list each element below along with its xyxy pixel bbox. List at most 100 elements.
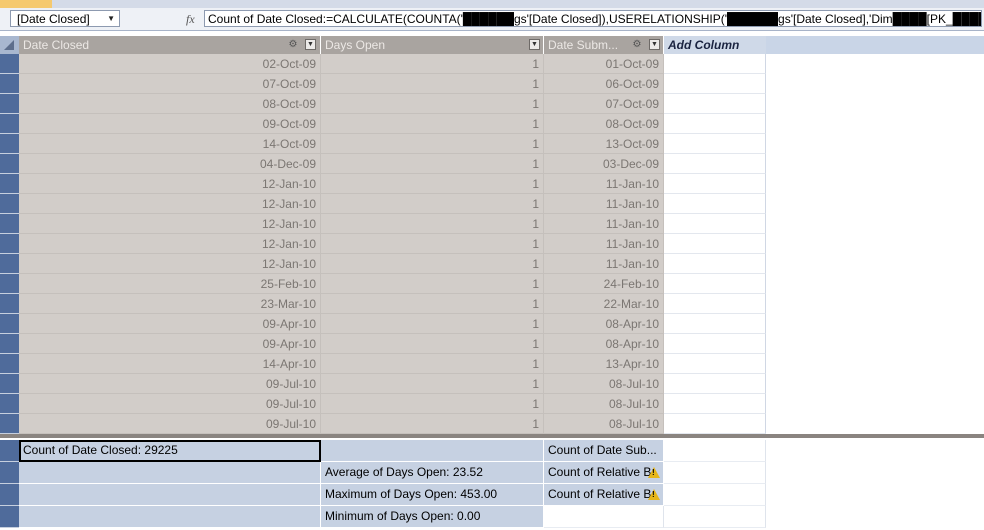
cell-days-open[interactable]: 1 xyxy=(321,354,544,374)
column-name-box[interactable]: [Date Closed] ▼ xyxy=(10,10,120,27)
cell-date-closed[interactable]: 23-Mar-10 xyxy=(19,294,321,314)
table-row[interactable]: 09-Oct-09 1 08-Oct-09 xyxy=(0,114,984,134)
table-row[interactable]: 12-Jan-10 1 11-Jan-10 xyxy=(0,234,984,254)
cell-days-open[interactable]: 1 xyxy=(321,234,544,254)
measure-cell-date-submitted[interactable]: Count of Date Sub... xyxy=(544,440,664,462)
cell-date-closed[interactable]: 12-Jan-10 xyxy=(19,254,321,274)
measure-cell-add-column[interactable] xyxy=(664,506,766,528)
row-selector[interactable] xyxy=(0,462,19,484)
table-row[interactable]: 14-Oct-09 1 13-Oct-09 xyxy=(0,134,984,154)
cell-add-column[interactable] xyxy=(664,234,766,254)
cell-date-submitted[interactable]: 08-Jul-10 xyxy=(544,394,664,414)
table-row[interactable]: 12-Jan-10 1 11-Jan-10 xyxy=(0,194,984,214)
cell-date-submitted[interactable]: 08-Apr-10 xyxy=(544,334,664,354)
table-row[interactable]: 02-Oct-09 1 01-Oct-09 xyxy=(0,54,984,74)
cell-add-column[interactable] xyxy=(664,174,766,194)
measure-cell-add-column[interactable] xyxy=(664,484,766,506)
cell-date-closed[interactable]: 09-Apr-10 xyxy=(19,314,321,334)
measure-cell-days-open[interactable]: Average of Days Open: 23.52 xyxy=(321,462,544,484)
measure-cell-add-column[interactable] xyxy=(664,440,766,462)
cell-date-closed[interactable]: 25-Feb-10 xyxy=(19,274,321,294)
cell-date-closed[interactable]: 02-Oct-09 xyxy=(19,54,321,74)
cell-add-column[interactable] xyxy=(664,74,766,94)
cell-date-submitted[interactable]: 13-Oct-09 xyxy=(544,134,664,154)
row-selector[interactable] xyxy=(0,440,19,462)
cell-date-submitted[interactable]: 11-Jan-10 xyxy=(544,194,664,214)
cell-add-column[interactable] xyxy=(664,54,766,74)
cell-add-column[interactable] xyxy=(664,114,766,134)
row-selector[interactable] xyxy=(0,334,19,354)
table-row[interactable]: 14-Apr-10 1 13-Apr-10 xyxy=(0,354,984,374)
measure-cell-days-open[interactable]: Maximum of Days Open: 453.00 xyxy=(321,484,544,506)
filter-dropdown-icon[interactable]: ▼ xyxy=(529,39,540,50)
cell-days-open[interactable]: 1 xyxy=(321,74,544,94)
cell-date-submitted[interactable]: 11-Jan-10 xyxy=(544,254,664,274)
cell-date-submitted[interactable]: 06-Oct-09 xyxy=(544,74,664,94)
cell-days-open[interactable]: 1 xyxy=(321,194,544,214)
fx-icon[interactable]: fx xyxy=(186,12,195,27)
measure-cell-date-closed[interactable] xyxy=(19,484,321,506)
column-header-date-closed[interactable]: Date Closed ⚙ ▼ xyxy=(19,36,321,54)
cell-date-closed[interactable]: 14-Oct-09 xyxy=(19,134,321,154)
select-all-corner[interactable] xyxy=(0,36,19,54)
row-selector[interactable] xyxy=(0,254,19,274)
cell-date-closed[interactable]: 08-Oct-09 xyxy=(19,94,321,114)
row-selector[interactable] xyxy=(0,74,19,94)
table-row[interactable]: 12-Jan-10 1 11-Jan-10 xyxy=(0,254,984,274)
cell-add-column[interactable] xyxy=(664,94,766,114)
measure-cell-date-submitted[interactable]: Count of Relative B! xyxy=(544,462,664,484)
row-selector[interactable] xyxy=(0,314,19,334)
cell-add-column[interactable] xyxy=(664,154,766,174)
row-selector[interactable] xyxy=(0,294,19,314)
cell-add-column[interactable] xyxy=(664,354,766,374)
table-row[interactable]: 12-Jan-10 1 11-Jan-10 xyxy=(0,174,984,194)
measure-cell-days-open[interactable] xyxy=(321,440,544,462)
cell-date-closed[interactable]: 09-Jul-10 xyxy=(19,374,321,394)
cell-add-column[interactable] xyxy=(664,294,766,314)
cell-date-closed[interactable]: 09-Jul-10 xyxy=(19,414,321,434)
cell-date-closed[interactable]: 12-Jan-10 xyxy=(19,214,321,234)
filter-dropdown-icon[interactable]: ▼ xyxy=(649,39,660,50)
warning-icon[interactable]: ! xyxy=(648,489,660,500)
table-row[interactable]: 09-Apr-10 1 08-Apr-10 xyxy=(0,334,984,354)
cell-add-column[interactable] xyxy=(664,414,766,434)
cell-add-column[interactable] xyxy=(664,334,766,354)
measure-cell-date-closed[interactable] xyxy=(19,462,321,484)
cell-date-submitted[interactable]: 01-Oct-09 xyxy=(544,54,664,74)
cell-add-column[interactable] xyxy=(664,254,766,274)
row-selector[interactable] xyxy=(0,506,19,528)
cell-date-closed[interactable]: 14-Apr-10 xyxy=(19,354,321,374)
cell-date-closed[interactable]: 12-Jan-10 xyxy=(19,234,321,254)
table-row[interactable]: 08-Oct-09 1 07-Oct-09 xyxy=(0,94,984,114)
table-row[interactable]: 07-Oct-09 1 06-Oct-09 xyxy=(0,74,984,94)
cell-days-open[interactable]: 1 xyxy=(321,54,544,74)
cell-date-closed[interactable]: 07-Oct-09 xyxy=(19,74,321,94)
row-selector[interactable] xyxy=(0,274,19,294)
cell-date-closed[interactable]: 12-Jan-10 xyxy=(19,194,321,214)
measure-cell-days-open[interactable]: Minimum of Days Open: 0.00 xyxy=(321,506,544,528)
cell-date-submitted[interactable]: 08-Jul-10 xyxy=(544,414,664,434)
cell-date-submitted[interactable]: 08-Jul-10 xyxy=(544,374,664,394)
table-row[interactable]: 04-Dec-09 1 03-Dec-09 xyxy=(0,154,984,174)
cell-date-submitted[interactable]: 08-Apr-10 xyxy=(544,314,664,334)
cell-days-open[interactable]: 1 xyxy=(321,374,544,394)
cell-date-closed[interactable]: 09-Oct-09 xyxy=(19,114,321,134)
table-row[interactable]: 09-Jul-10 1 08-Jul-10 xyxy=(0,394,984,414)
cell-date-submitted[interactable]: 11-Jan-10 xyxy=(544,174,664,194)
grid-measure-divider[interactable] xyxy=(0,434,984,438)
cell-days-open[interactable]: 1 xyxy=(321,274,544,294)
cell-days-open[interactable]: 1 xyxy=(321,94,544,114)
measure-cell-date-submitted[interactable]: Count of Relative B! xyxy=(544,484,664,506)
cell-date-submitted[interactable]: 11-Jan-10 xyxy=(544,234,664,254)
filter-dropdown-icon[interactable]: ▼ xyxy=(305,39,316,50)
cell-date-submitted[interactable]: 08-Oct-09 xyxy=(544,114,664,134)
warning-icon[interactable]: ! xyxy=(648,467,660,478)
cell-days-open[interactable]: 1 xyxy=(321,394,544,414)
formula-input[interactable]: Count of Date Closed:=CALCULATE(COUNTA('… xyxy=(204,10,982,27)
cell-days-open[interactable]: 1 xyxy=(321,314,544,334)
row-selector[interactable] xyxy=(0,214,19,234)
chevron-down-icon[interactable]: ▼ xyxy=(107,14,115,23)
measure-cell-date-closed[interactable]: Count of Date Closed: 29225 xyxy=(19,440,321,462)
row-selector[interactable] xyxy=(0,54,19,74)
cell-days-open[interactable]: 1 xyxy=(321,214,544,234)
